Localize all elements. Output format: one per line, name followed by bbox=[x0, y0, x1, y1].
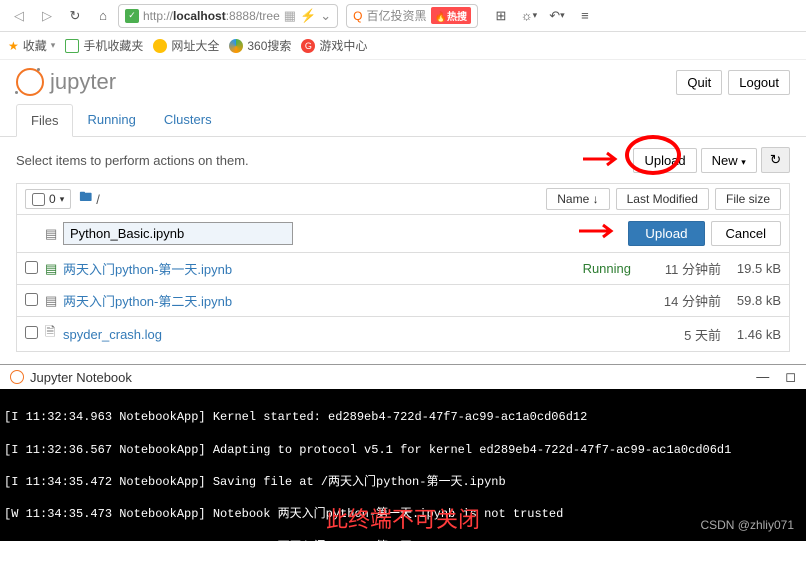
sort-size[interactable]: File size bbox=[715, 188, 781, 210]
terminal-title: Jupyter Notebook bbox=[30, 370, 132, 385]
site-directory[interactable]: 网址大全 bbox=[153, 37, 219, 54]
annotation-arrow-2 bbox=[579, 223, 619, 239]
file-size: 19.5 kB bbox=[721, 261, 781, 276]
shield-icon: ✓ bbox=[125, 9, 139, 23]
upload-filename-input[interactable] bbox=[63, 222, 293, 245]
apps-icon[interactable]: ⊞ bbox=[488, 4, 514, 28]
search-360[interactable]: 360搜索 bbox=[229, 37, 291, 54]
terminal-line: [I 11:32:36.567 NotebookApp] Adapting to… bbox=[4, 442, 802, 458]
file-link[interactable]: spyder_crash.log bbox=[63, 327, 162, 342]
maximize-button[interactable]: ◻ bbox=[785, 369, 796, 385]
mobile-favorites[interactable]: 手机收藏夹 bbox=[65, 37, 143, 54]
row-cancel-button[interactable]: Cancel bbox=[711, 221, 781, 246]
toolbar-hint: Select items to perform actions on them. bbox=[16, 153, 249, 168]
file-status: Running bbox=[583, 261, 631, 276]
file-size: 59.8 kB bbox=[721, 293, 781, 308]
jupyter-header: jupyter Quit Logout bbox=[0, 60, 806, 104]
qr-icon[interactable]: ▦ bbox=[284, 8, 296, 24]
file-modified: 14 分钟前 bbox=[641, 291, 721, 310]
quit-button[interactable]: Quit bbox=[676, 70, 722, 95]
address-bar[interactable]: ✓ http://localhost:8888/tree ▦ ⚡ ⌄ bbox=[118, 4, 338, 28]
reload-button[interactable]: ↻ bbox=[62, 4, 88, 28]
tab-files[interactable]: Files bbox=[16, 104, 73, 137]
favorites-button[interactable]: ★收藏 ▾ bbox=[8, 37, 55, 54]
terminal-output: [I 11:32:34.963 NotebookApp] Kernel star… bbox=[0, 389, 806, 541]
file-modified: 5 天前 bbox=[641, 325, 721, 344]
search-icon: Q bbox=[353, 9, 362, 23]
file-link[interactable]: 两天入门python-第二天.ipynb bbox=[63, 291, 232, 310]
select-count: 0 bbox=[49, 192, 56, 206]
terminal-warning: 此终端不可关闭 bbox=[326, 505, 480, 535]
minimize-button[interactable]: — bbox=[756, 369, 769, 385]
browser-toolbar: ◁ ▷ ↻ ⌂ ✓ http://localhost:8888/tree ▦ ⚡… bbox=[0, 0, 806, 32]
jupyter-tabs: Files Running Clusters bbox=[0, 104, 806, 137]
bookmarks-bar: ★收藏 ▾ 手机收藏夹 网址大全 360搜索 G游戏中心 bbox=[0, 32, 806, 60]
file-icon: 🗎 bbox=[45, 323, 63, 345]
logout-button[interactable]: Logout bbox=[728, 70, 790, 95]
brightness-icon[interactable]: ☼ ▾ bbox=[516, 4, 542, 28]
menu-icon[interactable]: ≡ bbox=[572, 4, 598, 28]
sort-modified[interactable]: Last Modified bbox=[616, 188, 709, 210]
terminal-line: [I 11:34:35.472 NotebookApp] Saving file… bbox=[4, 474, 802, 490]
search-box[interactable]: Q 百亿投资黑 🔥热搜 bbox=[346, 4, 478, 28]
tab-clusters[interactable]: Clusters bbox=[150, 104, 226, 136]
home-button[interactable]: ⌂ bbox=[90, 4, 116, 28]
dropdown-icon[interactable]: ⌄ bbox=[320, 8, 331, 24]
select-all-checkbox[interactable] bbox=[32, 193, 45, 206]
terminal-line: [W 11:35:44.947 NotebookApp] Notebook 两天… bbox=[4, 539, 802, 541]
annotation-arrow-1 bbox=[583, 151, 623, 167]
file-checkbox[interactable] bbox=[25, 326, 38, 339]
sort-arrow-icon: ↓ bbox=[593, 192, 599, 206]
file-checkbox[interactable] bbox=[25, 293, 38, 306]
row-upload-button[interactable]: Upload bbox=[628, 221, 704, 246]
jupyter-orb-icon bbox=[16, 68, 44, 96]
notebook-icon: ▤ bbox=[45, 226, 63, 242]
file-link[interactable]: 两天入门python-第一天.ipynb bbox=[63, 259, 232, 278]
terminal-titlebar: Jupyter Notebook — ◻ bbox=[0, 364, 806, 389]
search-placeholder: 百亿投资黑 bbox=[367, 7, 427, 24]
select-all[interactable]: 0 ▾ bbox=[25, 189, 71, 209]
file-row: 🗎 spyder_crash.log 5 天前 1.46 kB bbox=[16, 317, 790, 352]
new-button[interactable]: New ▾ bbox=[701, 148, 757, 173]
notebook-icon: ▤ bbox=[45, 261, 63, 277]
notebook-icon: ▤ bbox=[45, 293, 63, 309]
url-text: http://localhost:8888/tree bbox=[143, 9, 280, 23]
tab-running[interactable]: Running bbox=[73, 104, 149, 136]
refresh-button[interactable]: ↻ bbox=[761, 147, 790, 173]
back-button[interactable]: ◁ bbox=[6, 4, 32, 28]
jupyter-logo-text: jupyter bbox=[50, 69, 116, 95]
upload-button[interactable]: Upload bbox=[633, 148, 696, 173]
upload-row: ▤ Upload Cancel bbox=[16, 215, 790, 253]
jupyter-logo[interactable]: jupyter bbox=[16, 68, 116, 96]
list-header: 0 ▾ 🖿 / Name ↓ Last Modified File size bbox=[16, 183, 790, 215]
hot-badge: 🔥热搜 bbox=[431, 7, 471, 24]
bolt-icon[interactable]: ⚡ bbox=[300, 8, 316, 24]
forward-button[interactable]: ▷ bbox=[34, 4, 60, 28]
file-toolbar: Select items to perform actions on them.… bbox=[0, 137, 806, 183]
folder-icon[interactable]: 🖿 bbox=[79, 188, 92, 210]
file-size: 1.46 kB bbox=[721, 327, 781, 342]
file-row: ▤ 两天入门python-第一天.ipynb Running 11 分钟前 19… bbox=[16, 253, 790, 285]
breadcrumb[interactable]: / bbox=[96, 192, 100, 207]
sort-name[interactable]: Name ↓ bbox=[546, 188, 609, 210]
game-center[interactable]: G游戏中心 bbox=[301, 37, 367, 54]
watermark: CSDN @zhliy071 bbox=[700, 517, 794, 533]
file-checkbox[interactable] bbox=[25, 261, 38, 274]
undo-icon[interactable]: ↶ ▾ bbox=[544, 4, 570, 28]
terminal-line: [I 11:32:34.963 NotebookApp] Kernel star… bbox=[4, 409, 802, 425]
jupyter-orb-icon bbox=[10, 370, 24, 384]
file-modified: 11 分钟前 bbox=[641, 259, 721, 278]
file-row: ▤ 两天入门python-第二天.ipynb 14 分钟前 59.8 kB bbox=[16, 285, 790, 317]
